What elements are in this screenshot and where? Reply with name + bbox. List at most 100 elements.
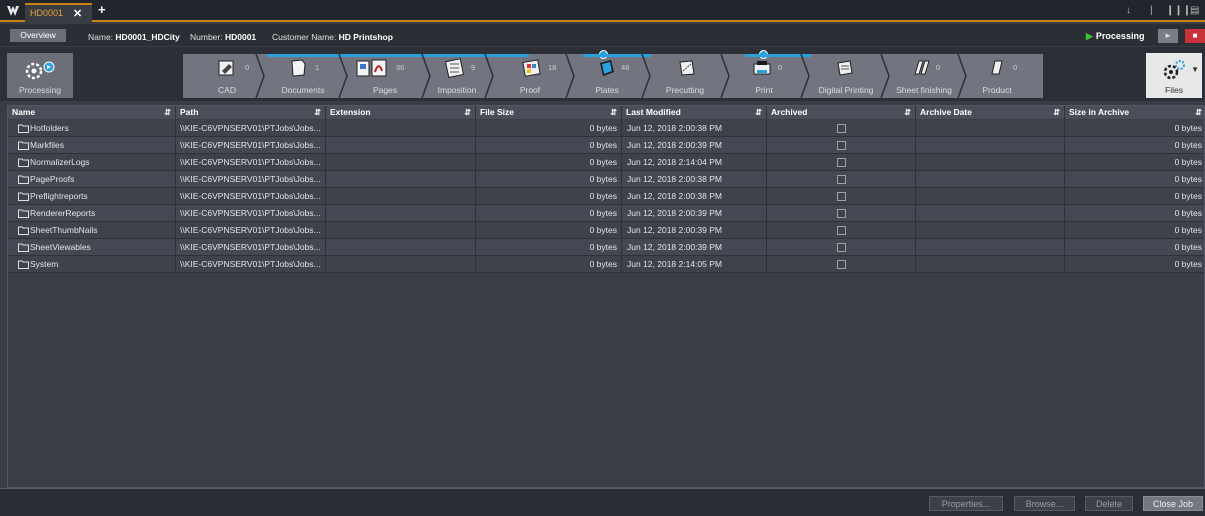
cell-size-in-archive: 0 bytes bbox=[1174, 225, 1202, 235]
cell-path: \\KIE-C6VPNSERV01\PTJobs\Jobs... bbox=[176, 137, 326, 154]
browse-button[interactable]: Browse... bbox=[1014, 496, 1075, 511]
cell-archived bbox=[767, 154, 916, 171]
stage-cad[interactable]: 0 CAD bbox=[183, 54, 255, 98]
cell-file-size: 0 bytes bbox=[476, 137, 622, 154]
processing-tile-label: Processing bbox=[18, 85, 62, 95]
table-row[interactable]: Hotfolders \\KIE-C6VPNSERV01\PTJobs\Jobs… bbox=[8, 120, 1204, 137]
column-header-label: Last Modified bbox=[626, 107, 681, 117]
cell-size-in-archive: 0 bytes bbox=[1174, 191, 1202, 201]
table-row[interactable]: SheetThumbNails \\KIE-C6VPNSERV01\PTJobs… bbox=[8, 222, 1204, 239]
archived-checkbox[interactable] bbox=[837, 158, 846, 167]
processing-tile[interactable]: Processing bbox=[7, 53, 73, 98]
cell-extension bbox=[326, 120, 476, 137]
archived-checkbox[interactable] bbox=[837, 243, 846, 252]
cell-extension bbox=[326, 137, 476, 154]
table-row[interactable]: System \\KIE-C6VPNSERV01\PTJobs\Jobs... … bbox=[8, 256, 1204, 273]
cell-path: \\KIE-C6VPNSERV01\PTJobs\Jobs... bbox=[176, 188, 326, 205]
properties-button[interactable]: Properties... bbox=[929, 496, 1003, 511]
overview-button[interactable]: Overview bbox=[10, 29, 66, 42]
column-header-size-in-archive[interactable]: Size in Archive ⇵ bbox=[1065, 106, 1204, 119]
divider: | bbox=[1150, 5, 1153, 16]
pages-icon bbox=[356, 59, 387, 77]
cell-archived bbox=[767, 205, 916, 222]
stage-print[interactable]: 0 Print bbox=[730, 54, 800, 98]
cell-size-in-archive: 0 bytes bbox=[1174, 140, 1202, 150]
archived-checkbox[interactable] bbox=[837, 226, 846, 235]
cell-path: \\KIE-C6VPNSERV01\PTJobs\Jobs... bbox=[176, 256, 326, 273]
sort-icon: ⇵ bbox=[1053, 108, 1060, 117]
stage-count: 9 bbox=[471, 63, 476, 72]
stage-documents[interactable]: 1 Documents bbox=[265, 54, 338, 98]
stage-label: Documents bbox=[281, 85, 325, 95]
table-row[interactable]: NormalizerLogs \\KIE-C6VPNSERV01\PTJobs\… bbox=[8, 154, 1204, 171]
stage-digital-printing[interactable]: Digital Printing bbox=[810, 54, 880, 98]
column-header-label: Name bbox=[12, 107, 36, 117]
start-button[interactable]: ► bbox=[1158, 29, 1178, 43]
folder-icon bbox=[18, 175, 29, 184]
column-header-last-modified[interactable]: Last Modified ⇵ bbox=[622, 106, 767, 119]
job-tab[interactable]: HD0001 ✕ bbox=[25, 3, 92, 22]
file-name: Markfiles bbox=[30, 140, 65, 150]
stage-label: Digital Printing bbox=[818, 85, 874, 95]
column-layout-icon[interactable]: ❙❙❙ bbox=[1166, 5, 1191, 17]
window-menu-icon[interactable]: ▤ bbox=[1190, 5, 1199, 17]
play-icon: ▶ bbox=[1086, 31, 1093, 41]
job-name-label: Name: bbox=[88, 32, 114, 42]
table-row[interactable]: SheetViewables \\KIE-C6VPNSERV01\PTJobs\… bbox=[8, 239, 1204, 256]
archived-checkbox[interactable] bbox=[837, 209, 846, 218]
cell-extension bbox=[326, 239, 476, 256]
stage-precutting[interactable]: Precutting bbox=[651, 54, 720, 98]
close-tab-icon[interactable]: ✕ bbox=[73, 7, 82, 20]
cell-file-size: 0 bytes bbox=[476, 188, 622, 205]
close-job-button[interactable]: Close Job bbox=[1143, 496, 1203, 511]
cell-name: SheetThumbNails bbox=[8, 222, 176, 239]
cell-name: Markfiles bbox=[8, 137, 176, 154]
table-row[interactable]: PageProofs \\KIE-C6VPNSERV01\PTJobs\Jobs… bbox=[8, 171, 1204, 188]
archived-checkbox[interactable] bbox=[837, 192, 846, 201]
cell-path: \\KIE-C6VPNSERV01\PTJobs\Jobs... bbox=[176, 205, 326, 222]
customer-name-value: HD Printshop bbox=[338, 32, 393, 42]
table-row[interactable]: Markfiles \\KIE-C6VPNSERV01\PTJobs\Jobs.… bbox=[8, 137, 1204, 154]
archived-checkbox[interactable] bbox=[837, 260, 846, 269]
column-header-label: Path bbox=[180, 107, 199, 117]
column-header-label: File Size bbox=[480, 107, 515, 117]
stage-plates[interactable]: 48 Plates bbox=[575, 54, 641, 98]
column-header-archived[interactable]: Archived ⇵ bbox=[767, 106, 916, 119]
job-tab-label: HD0001 bbox=[30, 8, 64, 18]
table-row[interactable]: Preflightreports \\KIE-C6VPNSERV01\PTJob… bbox=[8, 188, 1204, 205]
cell-file-size: 0 bytes bbox=[476, 120, 622, 137]
cell-archived bbox=[767, 171, 916, 188]
stage-count: 1 bbox=[315, 63, 320, 72]
archived-checkbox[interactable] bbox=[837, 124, 846, 133]
processing-status-label: Processing bbox=[1095, 31, 1145, 41]
column-header-name[interactable]: Name ⇵ bbox=[8, 106, 176, 119]
stage-imposition[interactable]: 9 Imposition bbox=[431, 54, 484, 98]
column-header-archive-date[interactable]: Archive Date ⇵ bbox=[916, 106, 1065, 119]
chevron-down-icon[interactable]: ↓ bbox=[1126, 5, 1131, 17]
stage-pages[interactable]: 36 Pages bbox=[348, 54, 421, 98]
job-number: Number: HD0001 bbox=[190, 32, 256, 42]
cell-file-size: 0 bytes bbox=[476, 205, 622, 222]
add-tab-button[interactable]: + bbox=[98, 3, 106, 16]
cell-name: Preflightreports bbox=[8, 188, 176, 205]
archived-checkbox[interactable] bbox=[837, 141, 846, 150]
folder-icon bbox=[18, 192, 29, 201]
column-header-file-size[interactable]: File Size ⇵ bbox=[476, 106, 622, 119]
stage-count: 36 bbox=[396, 63, 405, 72]
column-header-path[interactable]: Path ⇵ bbox=[176, 106, 326, 119]
files-table: Name ⇵ Path ⇵ Extension ⇵ File Size ⇵ Last M… bbox=[7, 105, 1205, 488]
folder-icon bbox=[18, 260, 29, 269]
cell-name: NormalizerLogs bbox=[8, 154, 176, 171]
column-header-extension[interactable]: Extension ⇵ bbox=[326, 106, 476, 119]
stop-button[interactable]: ■ bbox=[1185, 29, 1205, 43]
files-tile[interactable]: ▼ Files bbox=[1146, 53, 1202, 98]
stage-product[interactable]: 0 Product bbox=[967, 54, 1043, 98]
archived-checkbox[interactable] bbox=[837, 175, 846, 184]
stage-count: 18 bbox=[548, 63, 557, 72]
table-row[interactable]: RendererReports \\KIE-C6VPNSERV01\PTJobs… bbox=[8, 205, 1204, 222]
cell-size-in-archive: 0 bytes bbox=[1174, 259, 1202, 269]
delete-button[interactable]: Delete bbox=[1085, 496, 1133, 511]
stage-proof[interactable]: 18 Proof bbox=[494, 54, 565, 98]
cell-name: System bbox=[8, 256, 176, 273]
stage-sheet-finishing[interactable]: 0 Sheet finishing bbox=[890, 54, 957, 98]
